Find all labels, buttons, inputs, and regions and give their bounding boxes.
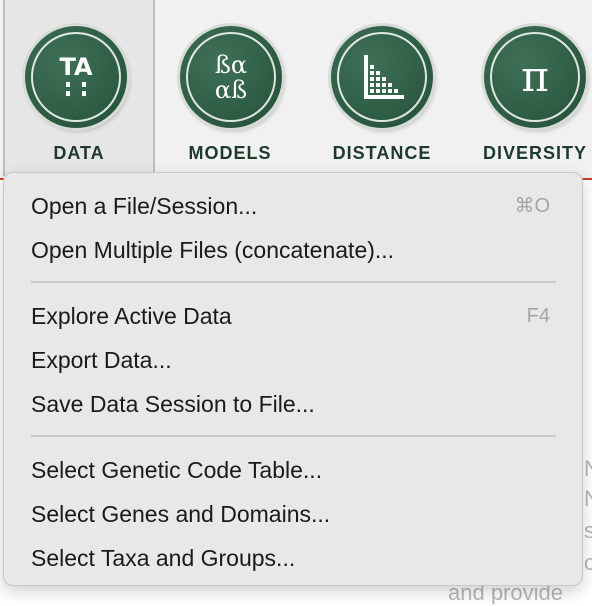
menu-item-explore-active-data[interactable]: Explore Active Data F4 [4,296,582,336]
menu-item-label: Export Data... [31,347,172,373]
menu-item-label: Select Genetic Code Table... [31,457,323,483]
diversity-tool-button[interactable]: π DIVERSITY [474,0,592,176]
svg-text:TA: TA [59,53,93,81]
diversity-tool-label: DIVERSITY [482,143,588,163]
data-tool-button[interactable]: TA DATA [3,0,155,176]
menu-separator [31,435,556,437]
menu-item-open-file-session[interactable]: Open a File/Session... ⌘O [4,186,582,226]
shortcut-cmd-o: ⌘O [514,195,550,217]
background-text-fragment: s [584,518,592,543]
background-text-fragment: c [584,550,592,575]
svg-text:π: π [521,52,549,101]
ta-icon: TA [25,26,127,128]
data-dropdown-menu: Open a File/Session... ⌘O Open Multiple … [3,172,583,586]
svg-text:ßα: ßα [215,51,247,79]
menu-item-label: Open a File/Session... [31,193,258,219]
background-text-fragment: N [584,456,592,481]
main-toolbar: TA DATA ßα αß MODELS DISTANCE π DIVERSIT… [0,0,592,180]
menu-item-label: Select Taxa and Groups... [31,545,296,571]
background-text-fragment: N [584,486,592,511]
distance-matrix-icon [331,26,433,128]
menu-item-select-genetic-code-table[interactable]: Select Genetic Code Table... [4,450,582,490]
svg-text:αß: αß [215,76,247,104]
menu-item-label: Select Genes and Domains... [31,501,331,527]
models-tool-button[interactable]: ßα αß MODELS [170,0,290,176]
menu-separator [31,281,556,283]
menu-item-label: Open Multiple Files (concatenate)... [31,237,395,263]
menu-item-label: Save Data Session to File... [31,391,315,417]
distance-tool-label: DISTANCE [332,143,432,163]
menu-item-select-taxa-and-groups[interactable]: Select Taxa and Groups... [4,538,582,578]
menu-item-export-data[interactable]: Export Data... [4,340,582,380]
menu-item-save-data-session[interactable]: Save Data Session to File... [4,384,582,424]
shortcut-f4: F4 [526,305,550,327]
distance-tool-button[interactable]: DISTANCE [320,0,444,176]
menu-item-select-genes-and-domains[interactable]: Select Genes and Domains... [4,494,582,534]
menu-item-label: Explore Active Data [31,303,232,329]
data-tool-label: DATA [53,143,105,163]
pi-icon: π [484,26,586,128]
greek-letters-icon: ßα αß [180,26,282,128]
models-tool-label: MODELS [188,143,272,163]
menu-item-open-multiple-files[interactable]: Open Multiple Files (concatenate)... [4,230,582,270]
